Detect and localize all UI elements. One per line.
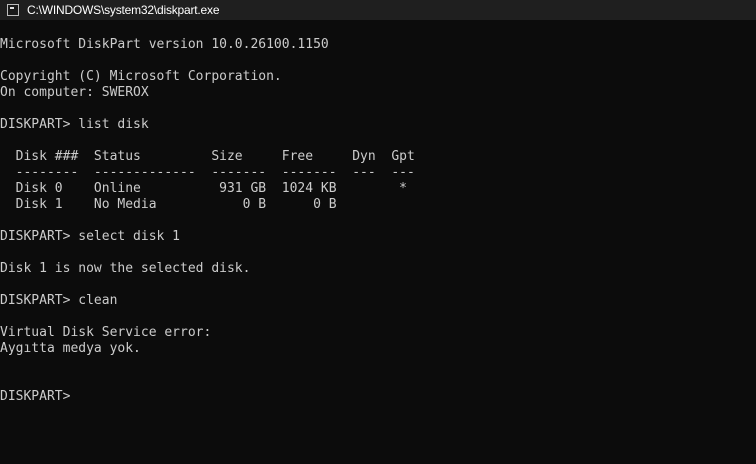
selected-disk-message: Disk 1 is now the selected disk.	[0, 261, 251, 276]
computer-line: On computer: SWEROX	[0, 85, 149, 100]
error-heading: Virtual Disk Service error:	[0, 325, 212, 340]
disk-table-header: Disk ### Status Size Free Dyn Gpt	[0, 149, 415, 164]
command-prompt[interactable]: DISKPART>	[0, 389, 756, 405]
copyright-line: Copyright (C) Microsoft Corporation.	[0, 69, 282, 84]
disk-table-row: Disk 1 No Media 0 B 0 B	[0, 197, 337, 212]
diskpart-window: C:\WINDOWS\system32\diskpart.exe Microso…	[0, 0, 756, 464]
disk-table-row: Disk 0 Online 931 GB 1024 KB *	[0, 181, 407, 196]
command-list-disk: DISKPART> list disk	[0, 117, 149, 132]
command-clean: DISKPART> clean	[0, 293, 118, 308]
console-app-icon	[7, 4, 19, 16]
version-line: Microsoft DiskPart version 10.0.26100.11…	[0, 37, 329, 52]
command-select-disk: DISKPART> select disk 1	[0, 229, 181, 244]
title-bar[interactable]: C:\WINDOWS\system32\diskpart.exe	[0, 0, 756, 20]
error-message: Aygıtta medya yok.	[0, 341, 141, 356]
window-title: C:\WINDOWS\system32\diskpart.exe	[27, 3, 220, 17]
console-output[interactable]: Microsoft DiskPart version 10.0.26100.11…	[0, 37, 756, 464]
disk-table-separator: -------- ------------- ------- ------- -…	[0, 165, 415, 180]
